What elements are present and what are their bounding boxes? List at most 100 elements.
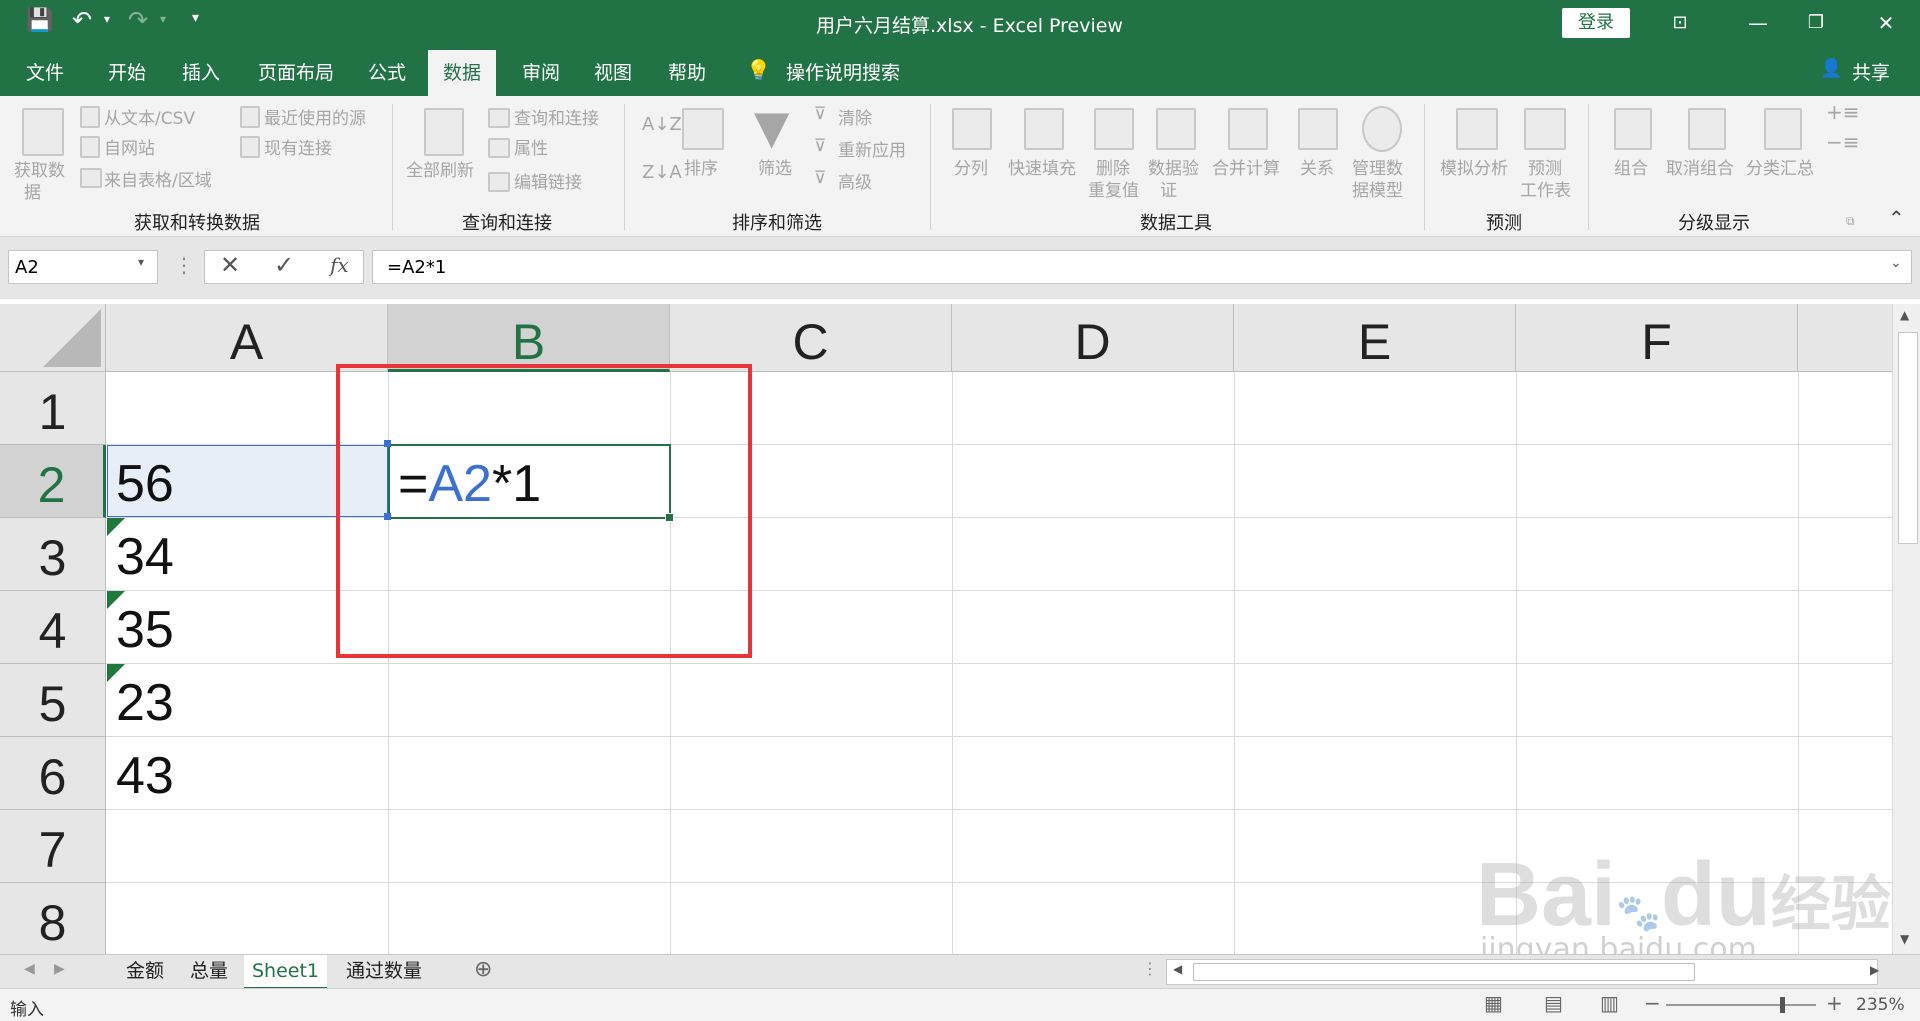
column-header-f[interactable]: F xyxy=(1516,304,1798,372)
sort-za-icon[interactable]: Z↓A xyxy=(642,162,682,183)
what-if-button[interactable]: 模拟分析 xyxy=(1440,154,1508,179)
vertical-scrollbar[interactable]: ▲ ▼ xyxy=(1892,304,1920,954)
cancel-icon[interactable]: ✕ xyxy=(220,251,240,279)
scroll-thumb[interactable] xyxy=(1898,332,1918,544)
existing-connections-button[interactable]: 现有连接 xyxy=(264,134,332,159)
tab-view[interactable]: 视图 xyxy=(594,58,632,85)
collapse-ribbon-icon[interactable]: ⌃ xyxy=(1888,206,1905,230)
row-header-1[interactable]: 1 xyxy=(0,372,106,445)
formula-input[interactable]: =A2*1 xyxy=(372,250,1912,284)
insert-function-button[interactable]: fx xyxy=(330,253,349,277)
row-header-2[interactable]: 2 xyxy=(0,445,106,518)
close-icon[interactable]: ✕ xyxy=(1866,8,1906,38)
tab-insert[interactable]: 插入 xyxy=(182,58,220,85)
h-scroll-thumb[interactable] xyxy=(1193,963,1695,981)
from-text-button[interactable]: 从文本/CSV xyxy=(104,104,195,129)
reapply-button[interactable]: 重新应用 xyxy=(838,136,906,161)
zoom-slider[interactable] xyxy=(1666,1004,1816,1006)
hide-detail-icon[interactable]: −≡ xyxy=(1826,130,1860,154)
flash-fill-button[interactable]: 快速填充 xyxy=(1008,154,1076,179)
page-layout-view-icon[interactable]: ▤ xyxy=(1544,991,1563,1015)
advanced-button[interactable]: 高级 xyxy=(838,168,872,193)
ribbon-display-icon[interactable]: ⊡ xyxy=(1660,8,1700,38)
row-header-6[interactable]: 6 xyxy=(0,737,106,810)
next-sheet-icon[interactable]: ▶ xyxy=(54,961,65,977)
scroll-down-icon[interactable]: ▼ xyxy=(1900,932,1909,946)
sort-button[interactable]: 排序 xyxy=(684,154,718,179)
add-sheet-icon[interactable]: ⊕ xyxy=(474,957,492,982)
undo-icon[interactable]: ↶ xyxy=(72,6,92,34)
row-header-7[interactable]: 7 xyxy=(0,810,106,883)
redo-dropdown-icon[interactable]: ▾ xyxy=(160,12,166,26)
share-button[interactable]: 共享 xyxy=(1852,58,1890,85)
redo-icon[interactable]: ↷ xyxy=(128,6,148,34)
column-header-d[interactable]: D xyxy=(952,304,1234,372)
column-header-a[interactable]: A xyxy=(106,304,388,372)
tab-help[interactable]: 帮助 xyxy=(668,58,706,85)
text-to-columns-button[interactable]: 分列 xyxy=(954,154,988,179)
row-header-3[interactable]: 3 xyxy=(0,518,106,591)
queries-connections-button[interactable]: 查询和连接 xyxy=(514,104,599,129)
error-indicator-a4[interactable] xyxy=(107,591,125,609)
restore-icon[interactable]: ❐ xyxy=(1796,8,1836,38)
save-icon[interactable]: 💾 xyxy=(26,8,53,33)
scroll-left-icon[interactable]: ◀ xyxy=(1173,962,1182,976)
group-button[interactable]: 组合 xyxy=(1614,154,1648,179)
horizontal-scrollbar[interactable]: ◀ xyxy=(1166,959,1878,985)
tab-data[interactable]: 数据 xyxy=(428,50,497,96)
zoom-in-icon[interactable]: + xyxy=(1826,991,1843,1015)
minimize-icon[interactable]: — xyxy=(1738,8,1778,38)
tab-home[interactable]: 开始 xyxy=(108,58,146,85)
column-header-g-partial[interactable] xyxy=(1798,304,1892,372)
from-table-button[interactable]: 来自表格/区域 xyxy=(104,166,212,191)
ungroup-button[interactable]: 取消组合 xyxy=(1666,154,1734,179)
subtotal-button[interactable]: 分类汇总 xyxy=(1746,154,1814,179)
name-box-dropdown-icon[interactable]: ▾ xyxy=(138,255,144,269)
column-header-b[interactable]: B xyxy=(388,304,670,372)
sheet-tab-amount[interactable]: 金额 xyxy=(118,955,172,987)
consolidate-button[interactable]: 合并计算 xyxy=(1212,154,1280,179)
column-header-e[interactable]: E xyxy=(1234,304,1516,372)
error-indicator-a5[interactable] xyxy=(107,664,125,682)
tab-file[interactable]: 文件 xyxy=(26,58,64,85)
page-break-view-icon[interactable]: ▥ xyxy=(1600,991,1619,1015)
dialog-launcher-icon[interactable]: ⧉ xyxy=(1846,214,1855,229)
login-button[interactable]: 登录 xyxy=(1562,8,1630,38)
error-indicator-a3[interactable] xyxy=(107,518,125,536)
sheet-tab-total[interactable]: 总量 xyxy=(182,955,236,987)
undo-dropdown-icon[interactable]: ▾ xyxy=(104,12,110,26)
normal-view-icon[interactable]: ▦ xyxy=(1484,991,1503,1015)
tab-page-layout[interactable]: 页面布局 xyxy=(258,58,334,85)
customize-qat-icon[interactable]: ▾ xyxy=(192,10,199,26)
select-all-corner[interactable] xyxy=(0,304,106,372)
prev-sheet-icon[interactable]: ◀ xyxy=(24,961,35,977)
sort-az-icon[interactable]: A↓Z xyxy=(642,114,682,135)
enter-icon[interactable]: ✓ xyxy=(274,251,294,279)
column-header-c[interactable]: C xyxy=(670,304,952,372)
tab-formulas[interactable]: 公式 xyxy=(368,58,406,85)
sheet-tab-sheet1[interactable]: Sheet1 xyxy=(244,955,328,990)
spreadsheet-grid[interactable]: A B C D E F 1 2 3 4 5 6 7 8 56 34 35 23 … xyxy=(0,304,1892,954)
zoom-level[interactable]: 235% xyxy=(1856,995,1905,1015)
edit-links-button[interactable]: 编辑链接 xyxy=(514,168,582,193)
relationships-button[interactable]: 关系 xyxy=(1300,154,1334,179)
split-handle-icon[interactable]: ⋮ xyxy=(1142,959,1158,978)
tab-review[interactable]: 审阅 xyxy=(522,58,560,85)
row-header-8[interactable]: 8 xyxy=(0,883,106,954)
clear-button[interactable]: 清除 xyxy=(838,104,872,129)
filter-button[interactable]: 筛选 xyxy=(758,154,792,179)
row-header-5[interactable]: 5 xyxy=(0,664,106,737)
zoom-out-icon[interactable]: − xyxy=(1644,991,1661,1015)
properties-button[interactable]: 属性 xyxy=(514,134,548,159)
recent-sources-button[interactable]: 最近使用的源 xyxy=(264,104,366,129)
sheet-tab-passed-count[interactable]: 通过数量 xyxy=(338,955,430,987)
refresh-all-button[interactable]: 全部刷新 xyxy=(406,156,474,181)
scroll-up-icon[interactable]: ▲ xyxy=(1900,308,1909,322)
show-detail-icon[interactable]: +≡ xyxy=(1826,100,1860,124)
scroll-right-icon[interactable]: ▶ xyxy=(1870,963,1879,977)
expand-formula-icon[interactable]: ⌄ xyxy=(1890,255,1902,271)
from-web-button[interactable]: 自网站 xyxy=(104,134,155,159)
tell-me-search[interactable]: 操作说明搜索 xyxy=(786,58,900,85)
row-header-4[interactable]: 4 xyxy=(0,591,106,664)
name-box[interactable]: A2 xyxy=(8,250,158,284)
